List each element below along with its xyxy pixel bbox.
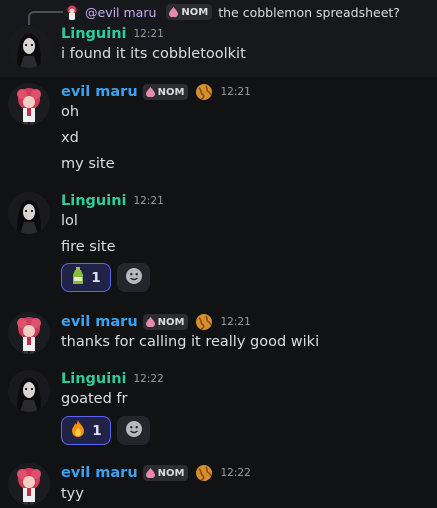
username[interactable]: evil maru [61,84,138,100]
guild-tag[interactable]: NOM [142,84,189,100]
nom-icon [145,87,155,97]
reply-text[interactable]: the cobblemon spreadsheet? [218,5,400,20]
message-text: tyy [61,486,84,502]
timestamp: 12:22 [220,467,251,479]
username[interactable]: Linguini [61,193,127,209]
globe-icon [195,313,213,331]
add-reaction-button[interactable] [117,263,150,292]
message-text: goated fr [61,391,128,407]
avatar-evil-maru[interactable] [8,312,50,354]
guild-tag-label: NOM [157,467,185,479]
reply-tag-label: NOM [181,6,209,18]
timestamp: 12:21 [133,195,164,207]
globe-icon [195,464,213,482]
reaction-count: 1 [91,269,101,286]
avatar-linguini[interactable] [8,192,50,234]
guild-tag-label: NOM [157,316,185,328]
username[interactable]: Linguini [61,26,127,42]
reply-tag: NOM [166,4,213,20]
reply-preview[interactable]: @evil maru NOM the cobblemon spreadsheet… [64,3,400,21]
reaction-button[interactable]: 1 [61,263,111,292]
guild-tag[interactable]: NOM [142,465,189,481]
guild-tag-label: NOM [157,86,185,98]
message-text: xd [61,130,79,146]
message-text: oh [61,104,80,120]
username[interactable]: evil maru [61,465,138,481]
username[interactable]: Linguini [61,371,127,387]
timestamp: 12:21 [133,28,164,40]
avatar-linguini[interactable] [8,370,50,412]
nom-icon [145,468,155,478]
reactions-bar: 1 [61,263,150,292]
avatar-evil-maru[interactable] [8,463,50,505]
username[interactable]: evil maru [61,314,138,330]
nom-icon [169,7,179,17]
message-text: my site [61,156,115,172]
reply-author[interactable]: @evil maru [85,5,156,20]
guild-tag[interactable]: NOM [142,314,189,330]
reply-avatar [64,4,80,20]
timestamp: 12:22 [133,373,164,385]
message-text: lol [61,213,78,229]
avatar-linguini[interactable] [8,26,50,68]
smiley-icon [125,420,143,442]
nom-icon [145,317,155,327]
bottle-emoji-icon [71,266,85,289]
timestamp: 12:21 [220,316,251,328]
message-text: fire site [61,239,116,255]
message-text: i found it its cobbletoolkit [61,46,246,62]
add-reaction-button[interactable] [117,416,150,445]
fire-emoji-icon [70,419,86,442]
message-text: thanks for calling it really good wiki [61,334,320,350]
smiley-icon [125,267,143,289]
reactions-bar: 1 [61,416,150,445]
avatar-evil-maru[interactable] [8,83,50,125]
timestamp: 12:21 [220,86,251,98]
reply-connector [28,11,63,25]
globe-icon [195,83,213,101]
reaction-count: 1 [92,422,102,439]
reaction-button[interactable]: 1 [61,416,111,445]
